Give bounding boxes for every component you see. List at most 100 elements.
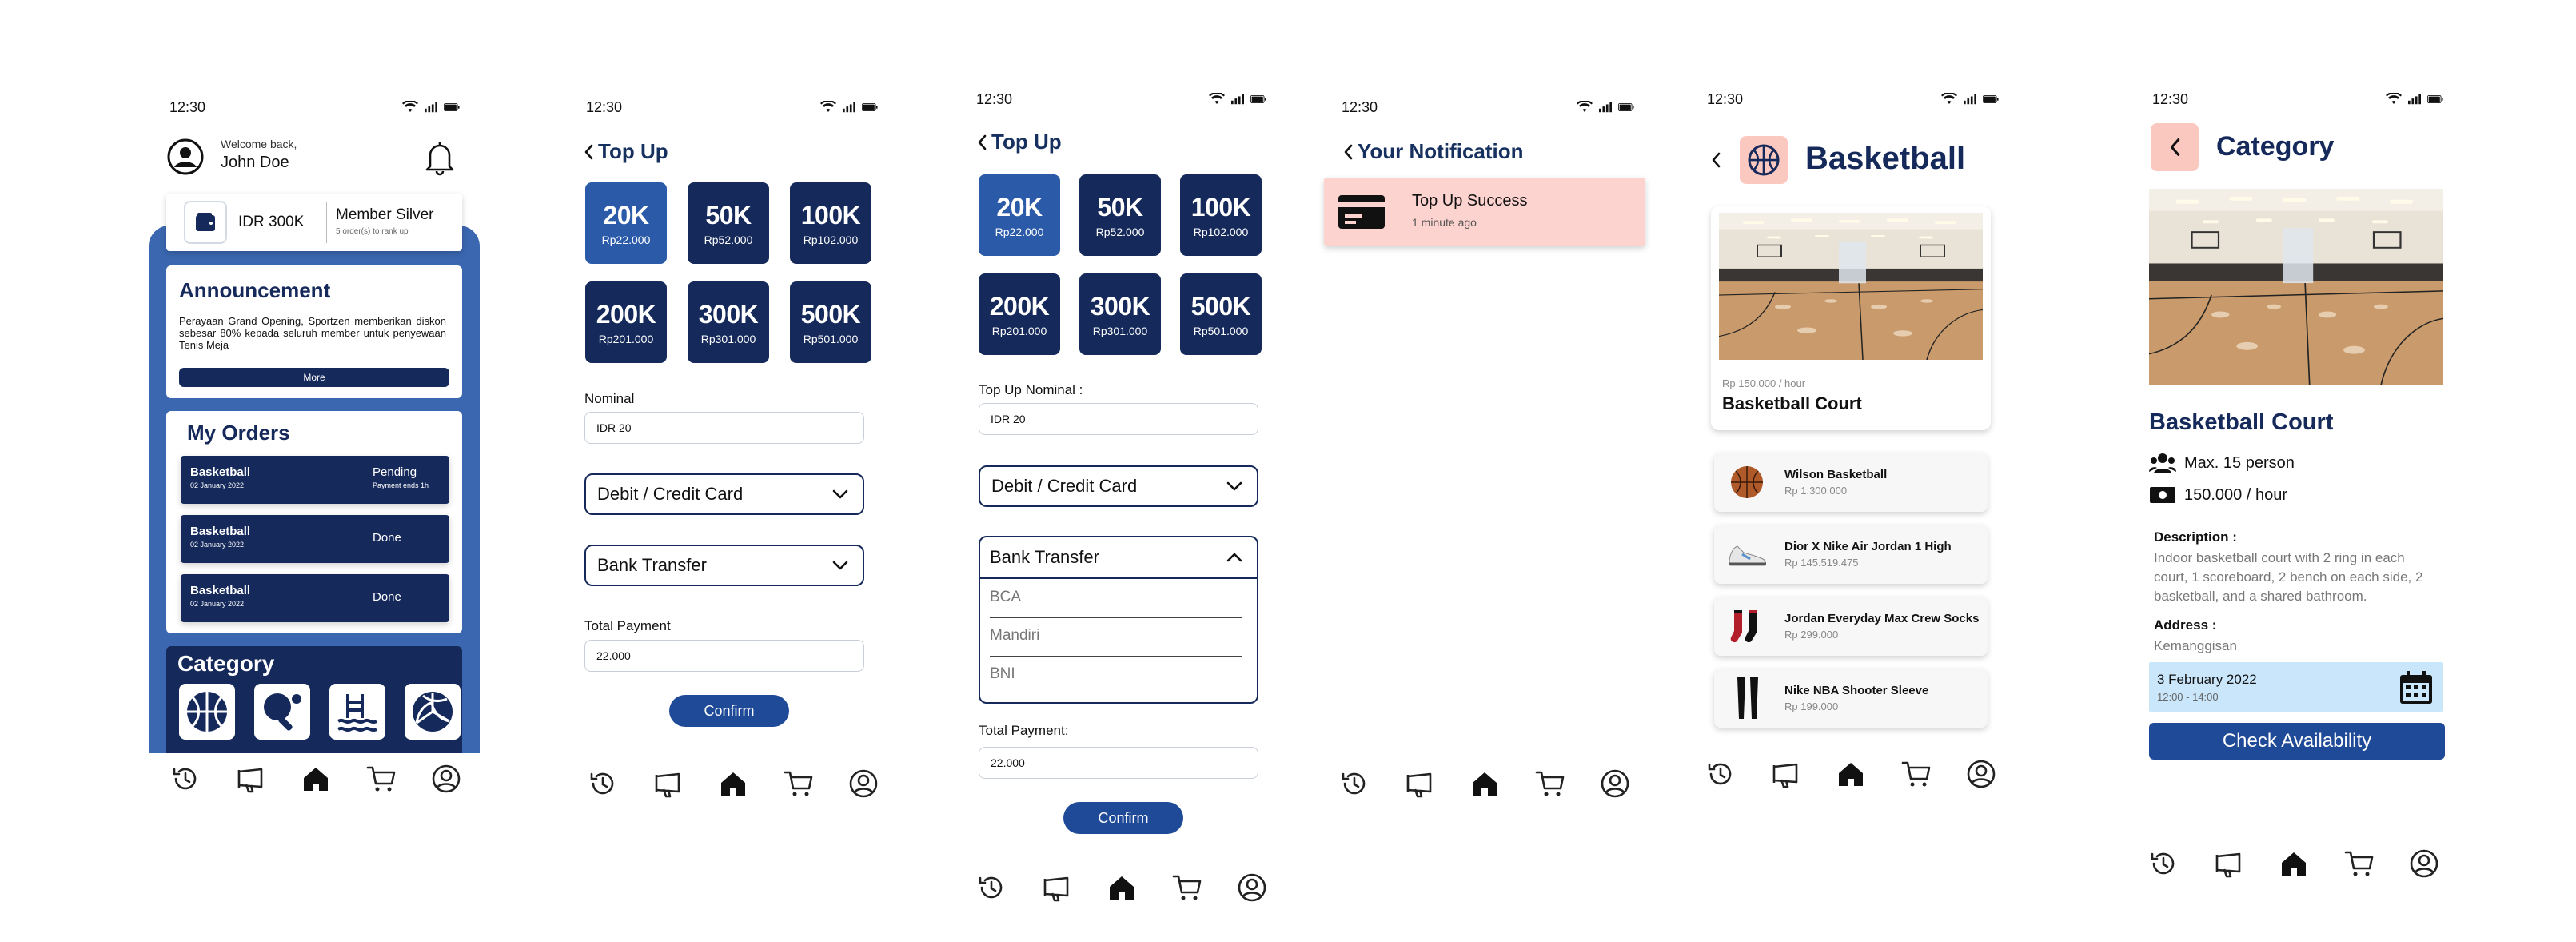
order-row[interactable]: Basketball 02 January 2022 Done — [181, 515, 449, 563]
bank-method-select[interactable]: Bank Transfer — [980, 537, 1257, 579]
topup-tile[interactable]: 100K Rp102.000 — [790, 182, 871, 264]
bell-icon[interactable] — [424, 139, 456, 176]
tile-price: Rp52.000 — [1095, 225, 1145, 238]
cart-icon[interactable] — [364, 761, 399, 796]
cart-icon[interactable] — [1533, 766, 1568, 801]
swimming-icon[interactable] — [329, 684, 385, 740]
confirm-button[interactable]: Confirm — [669, 695, 789, 727]
cart-icon[interactable] — [1170, 870, 1205, 905]
topup-tile[interactable]: 500K Rp501.000 — [1180, 273, 1262, 355]
back-icon[interactable] — [1711, 152, 1721, 168]
confirm-button[interactable]: Confirm — [1063, 802, 1183, 834]
topup-tile[interactable]: 200K Rp201.000 — [979, 273, 1060, 355]
home-icon[interactable] — [716, 766, 751, 801]
topup-tile[interactable]: 20K Rp22.000 — [585, 182, 667, 264]
home-icon[interactable] — [1833, 756, 1868, 792]
orders-title: My Orders — [187, 421, 290, 445]
product-price: Rp 145.519.475 — [1784, 557, 1859, 569]
basketball-icon[interactable] — [179, 684, 235, 740]
megaphone-icon[interactable] — [1402, 766, 1438, 801]
tile-price: Rp301.000 — [700, 332, 756, 345]
status-icons — [2386, 93, 2443, 106]
topup-tile[interactable]: 500K Rp501.000 — [790, 281, 871, 363]
tile-price: Rp501.000 — [1193, 324, 1249, 337]
product-item[interactable]: Jordan Everyday Max Crew Socks Rp 299.000 — [1714, 597, 1988, 656]
notification-header[interactable]: Your Notification — [1343, 139, 1524, 164]
profile-icon[interactable] — [846, 766, 881, 801]
balance-amount: IDR 300K — [238, 214, 305, 230]
back-icon[interactable] — [1343, 144, 1353, 160]
bottom-nav — [2146, 846, 2442, 881]
nominal-input[interactable]: IDR 20 — [979, 403, 1258, 435]
tile-amount: 50K — [1097, 192, 1143, 222]
megaphone-icon[interactable] — [2211, 846, 2247, 881]
table-tennis-icon[interactable] — [254, 684, 310, 740]
bank-option[interactable]: BNI — [990, 665, 1242, 689]
total-input[interactable]: 22.000 — [584, 640, 864, 672]
profile-icon[interactable] — [1234, 870, 1270, 905]
cart-icon[interactable] — [2342, 846, 2377, 881]
product-price: Rp 1.300.000 — [1784, 485, 1848, 497]
product-item[interactable]: Nike NBA Shooter Sleeve Rp 199.000 — [1714, 669, 1988, 728]
back-button[interactable] — [2151, 123, 2199, 171]
profile-icon[interactable] — [1964, 756, 1999, 792]
product-item[interactable]: Wilson Basketball Rp 1.300.000 — [1714, 453, 1988, 512]
cart-icon[interactable] — [1899, 756, 1934, 792]
order-sub: Payment ends 1h — [373, 481, 429, 489]
topup-header[interactable]: Top Up — [977, 130, 1062, 154]
history-icon[interactable] — [1703, 756, 1738, 792]
cart-icon[interactable] — [781, 766, 816, 801]
description-label: Description : — [2154, 529, 2237, 545]
history-icon[interactable] — [585, 766, 620, 801]
history-icon[interactable] — [168, 761, 203, 796]
home-icon[interactable] — [298, 761, 333, 796]
profile-icon[interactable] — [1597, 766, 1633, 801]
topup-tile[interactable]: 300K Rp301.000 — [688, 281, 769, 363]
home-icon[interactable] — [1104, 870, 1139, 905]
notification-item[interactable]: Top Up Success 1 minute ago — [1324, 178, 1645, 246]
more-button[interactable]: More — [179, 368, 449, 387]
bank-dropdown: Bank Transfer BCA Mandiri BNI — [979, 536, 1258, 704]
check-availability-button[interactable]: Check Availability — [2149, 723, 2445, 760]
history-icon[interactable] — [2146, 846, 2181, 881]
topup-tile[interactable]: 300K Rp301.000 — [1079, 273, 1161, 355]
basketball-icon — [1740, 136, 1788, 184]
topup-tile[interactable]: 50K Rp52.000 — [1079, 174, 1161, 256]
back-icon[interactable] — [977, 134, 987, 150]
history-icon[interactable] — [974, 870, 1009, 905]
megaphone-icon[interactable] — [1039, 870, 1075, 905]
megaphone-icon[interactable] — [651, 766, 686, 801]
megaphone-icon[interactable] — [233, 761, 269, 796]
topup-tile[interactable]: 100K Rp102.000 — [1180, 174, 1262, 256]
nominal-label: Top Up Nominal : — [979, 382, 1083, 397]
back-icon[interactable] — [584, 144, 593, 160]
topup-tile[interactable]: 50K Rp52.000 — [688, 182, 769, 264]
profile-icon[interactable] — [2407, 846, 2442, 881]
volleyball-icon[interactable] — [405, 684, 461, 740]
topup-header[interactable]: Top Up — [584, 139, 668, 164]
history-icon[interactable] — [1337, 766, 1372, 801]
home-icon[interactable] — [1467, 766, 1502, 801]
date-slot[interactable]: 3 February 2022 12:00 - 14:00 — [2149, 662, 2443, 712]
product-price: Rp 199.000 — [1784, 701, 1839, 712]
product-name: Wilson Basketball — [1784, 468, 1888, 481]
order-row[interactable]: Basketball 02 January 2022 Done — [181, 574, 449, 622]
bank-option[interactable]: BCA — [990, 589, 1242, 618]
profile-icon[interactable] — [429, 761, 464, 796]
product-item[interactable]: Dior X Nike Air Jordan 1 High Rp 145.519.… — [1714, 525, 1988, 584]
nominal-input[interactable]: IDR 20 — [584, 412, 864, 444]
bottom-nav — [168, 761, 464, 796]
court-card[interactable]: Rp 150.000 / hour Basketball Court — [1711, 206, 1991, 430]
avatar-icon[interactable] — [166, 138, 205, 176]
card-method-select[interactable]: Debit / Credit Card — [979, 465, 1258, 507]
card-method-select[interactable]: Debit / Credit Card — [584, 473, 864, 515]
topup-tile[interactable]: 200K Rp201.000 — [585, 281, 667, 363]
order-row[interactable]: Basketball 02 January 2022 Pending Payment … — [181, 456, 449, 504]
megaphone-icon[interactable] — [1769, 756, 1804, 792]
bank-option[interactable]: Mandiri — [990, 627, 1242, 657]
balance-card[interactable]: IDR 300K Member Silver 5 order(s) to ran… — [166, 194, 462, 251]
topup-tile[interactable]: 20K Rp22.000 — [979, 174, 1060, 256]
bank-method-select[interactable]: Bank Transfer — [584, 545, 864, 586]
total-input[interactable]: 22.000 — [979, 747, 1258, 779]
home-icon[interactable] — [2276, 846, 2311, 881]
